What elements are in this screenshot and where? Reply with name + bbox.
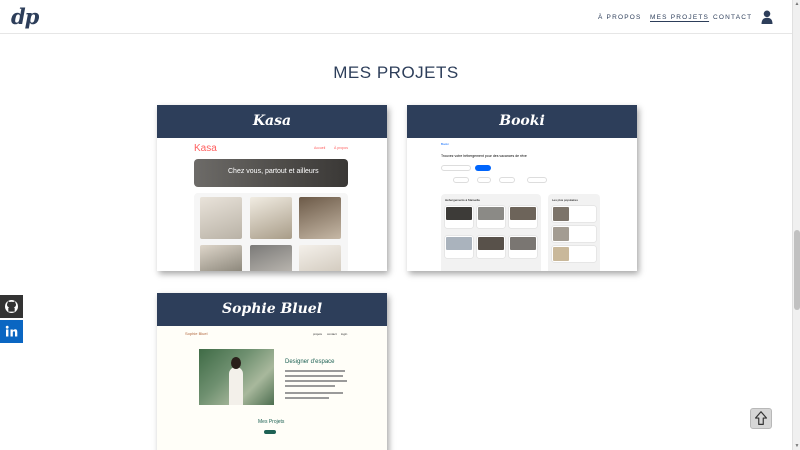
project-preview-image: Kasa Accueil À propos Chez vous, partout… [157,138,387,271]
project-card-kasa[interactable]: Kasa Kasa Accueil À propos Chez vous, pa… [157,105,387,271]
sophie-preview-person-head [231,357,241,369]
sophie-preview-text-line [285,385,335,387]
page-title: MES PROJETS [333,63,459,82]
kasa-preview-logo: Kasa [194,143,217,154]
kasa-preview-tile [250,197,292,239]
kasa-preview-banner-text: Chez vous, partout et ailleurs [228,168,319,175]
booki-preview-filter [499,177,515,183]
project-card-title: Sophie Bluel [157,293,387,326]
kasa-preview-nav: À propos [334,146,349,150]
project-card-sophie-bluel[interactable]: Sophie Bluel Sophie Bluel projets contac… [157,293,387,450]
booki-preview-filter [453,177,469,183]
booki-preview-thumb [477,236,505,258]
site-header: dp À PROPOS MES PROJETS CONTACT [0,0,792,34]
kasa-preview-nav: Accueil [314,146,326,150]
booki-preview-logo: Booki [441,142,449,146]
kasa-preview-tile [299,245,341,271]
booki-preview-search-button [475,165,491,171]
nav-contact[interactable]: CONTACT [713,14,752,21]
github-icon [5,300,18,313]
booki-preview-thumb [477,206,505,228]
scrollbar-thumb[interactable] [794,230,800,310]
booki-preview-headline: Trouvez votre hébergement pour des vacan… [441,154,527,158]
github-link[interactable] [0,295,23,318]
booki-preview-filter [527,177,547,183]
booki-preview-listing-panel: Hébergements à Marseille [441,194,541,271]
portfolio-page: dp À PROPOS MES PROJETS CONTACT MES PROJ… [0,0,800,450]
project-card-title: Booki [407,105,637,138]
booki-preview-thumb [552,246,596,262]
vertical-scrollbar[interactable]: ▲ ▼ [792,0,800,450]
sophie-preview-text-line [285,380,347,382]
project-preview-image: Sophie Bluel projets contact login Desig… [157,326,387,450]
kasa-preview-banner: Chez vous, partout et ailleurs [194,159,348,187]
project-card-title: Kasa [157,105,387,138]
sophie-preview-nav: contact [327,332,337,336]
kasa-preview-tile [200,197,242,239]
sophie-preview-button [264,430,276,434]
sophie-preview-person [229,367,243,405]
booki-preview-section-title: Les plus populaires [552,198,578,202]
nav-a-propos[interactable]: À PROPOS [598,14,642,21]
arrow-up-icon [754,411,768,425]
site-logo[interactable]: dp [11,4,39,29]
scroll-down-arrow-icon[interactable]: ▼ [794,443,800,449]
sophie-preview-text-line [285,370,345,372]
sophie-preview-text-line [285,397,329,399]
sophie-preview-text-line [285,392,343,394]
sophie-preview-heading: Designer d'espace [285,359,335,365]
scroll-to-top-button[interactable] [750,408,772,429]
sophie-preview-brand: Sophie Bluel [185,331,208,336]
scroll-up-arrow-icon[interactable]: ▲ [794,1,800,7]
user-icon[interactable] [761,10,773,24]
booki-preview-thumb [552,226,596,242]
sophie-preview-nav: projets [313,332,323,336]
sophie-preview-text-line [285,375,343,377]
kasa-preview-tile [200,245,242,271]
linkedin-link[interactable] [0,320,23,343]
project-card-booki[interactable]: Booki Booki Trouvez votre hébergement po… [407,105,637,271]
booki-preview-thumb [445,206,473,228]
booki-preview-section-title: Hébergements à Marseille [445,198,481,202]
kasa-preview-gallery [194,193,348,271]
sophie-preview-nav: login [341,332,348,336]
sophie-preview-projects-title: Mes Projets [258,419,285,425]
booki-preview-thumb [509,206,537,228]
booki-preview-thumb [552,206,596,222]
project-preview-image: Booki Trouvez votre hébergement pour des… [407,138,637,271]
booki-preview-popular-panel: Les plus populaires [548,194,600,271]
booki-preview-thumb [445,236,473,258]
kasa-preview-tile [250,245,292,271]
nav-mes-projets[interactable]: MES PROJETS [650,14,709,21]
kasa-preview-tile [299,197,341,239]
booki-preview-thumb [509,236,537,258]
booki-preview-search [441,165,471,171]
linkedin-icon [5,325,18,337]
booki-preview-filter [477,177,491,183]
sophie-preview-photo [199,349,274,405]
